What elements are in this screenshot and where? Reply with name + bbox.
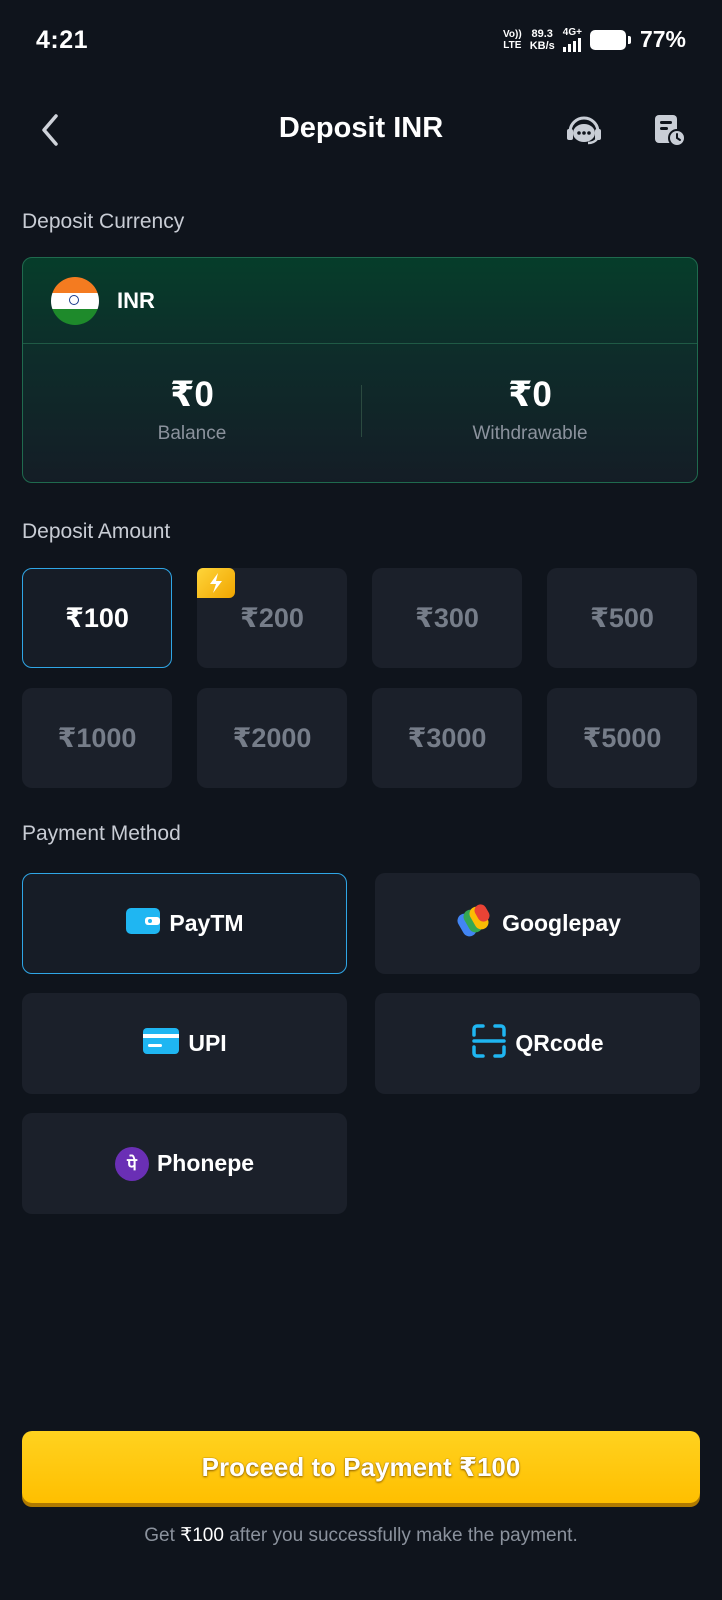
card-divider [23,343,697,344]
page-title: Deposit INR [278,112,444,144]
amount-option-3000[interactable]: ₹3000 [372,688,522,788]
payment-googlepay[interactable]: Googlepay [375,873,700,974]
payment-upi-label: UPI [188,1030,227,1056]
withdrawable-stat: ₹0 Withdrawable [361,375,697,445]
deposit-amount-label: Deposit Amount [22,520,171,543]
phonepe-icon: पे [114,1146,149,1181]
balance-value: ₹0 [170,375,214,414]
volte-indicator: Vo)) LTE [503,28,522,51]
footnote-suffix: after you successfully make the payment. [223,1525,578,1546]
payment-googlepay-label: Googlepay [502,910,621,936]
payment-phonepe-label: Phonepe [156,1150,255,1176]
amount-option-500[interactable]: ₹500 [547,568,697,668]
balance-stat: ₹0 Balance [23,375,361,445]
network-speed: 89.3 KB/s [529,27,555,52]
signal-icon: 4G+ [562,27,582,52]
battery-icon [589,29,631,50]
payment-phonepe[interactable]: पे Phonepe [22,1113,347,1214]
deposit-footnote: Get ₹100 after you successfully make the… [0,1524,722,1547]
india-flag-icon [51,277,99,325]
payment-qrcode-label: QRcode [515,1030,604,1056]
withdrawable-value: ₹0 [508,375,552,414]
payment-qrcode[interactable]: QRcode [375,993,700,1094]
payment-method-label: Payment Method [22,822,181,845]
amount-option-300[interactable]: ₹300 [372,568,522,668]
payment-paytm[interactable]: PayTM [22,873,347,974]
qr-scan-icon [471,1023,507,1065]
withdrawable-label: Withdrawable [472,423,588,444]
status-indicators: Vo)) LTE 89.3 KB/s 4G+ 77% [503,26,686,53]
wallet-icon [125,906,161,942]
google-pay-icon [454,903,494,945]
currency-card: INR ₹0 Balance ₹0 Withdrawable [22,257,698,483]
payment-upi[interactable]: UPI [22,993,347,1094]
deposit-currency-label: Deposit Currency [22,210,185,233]
amount-option-100[interactable]: ₹100 [22,568,172,668]
support-chat-icon[interactable] [564,110,604,150]
amount-option-5000[interactable]: ₹5000 [547,688,697,788]
battery-percent: 77% [639,26,686,52]
footnote-prefix: Get [144,1525,181,1546]
payment-paytm-label: PayTM [169,910,244,936]
card-icon [142,1026,180,1062]
amount-option-2000[interactable]: ₹2000 [197,688,347,788]
status-time: 4:21 [36,26,89,54]
footnote-amount: ₹100 [180,1525,224,1546]
amount-option-1000[interactable]: ₹1000 [22,688,172,788]
lightning-badge-icon [197,568,235,598]
proceed-to-payment-button[interactable]: Proceed to Payment ₹100 [22,1431,700,1503]
balance-label: Balance [157,423,227,444]
currency-code: INR [117,288,155,313]
history-receipt-icon[interactable] [652,112,686,148]
